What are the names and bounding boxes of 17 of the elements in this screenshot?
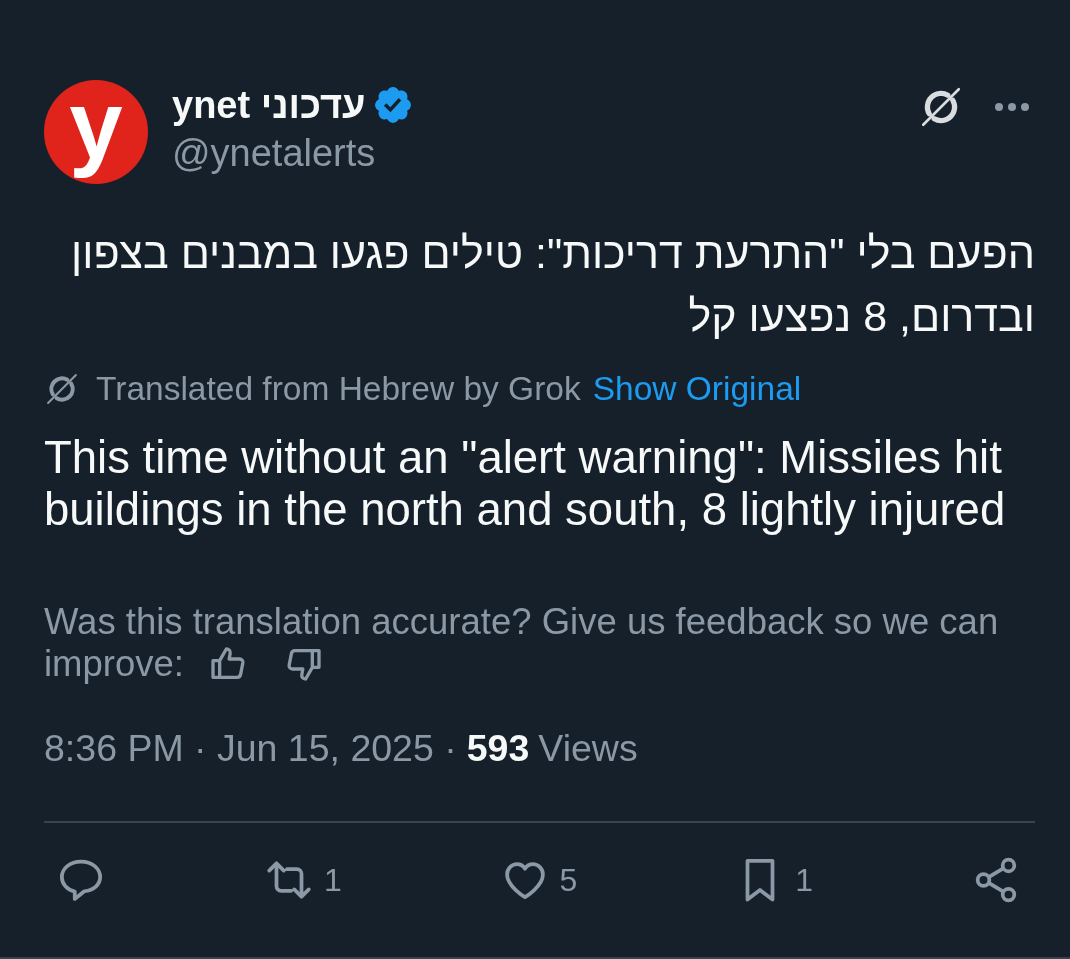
views-label: Views bbox=[538, 726, 638, 771]
post-text: הפעם בלי "התרעת דריכות": טילים פגעו במבנים בצפון ובדרום, 8 נפצעו קל bbox=[70, 228, 1035, 342]
translated-text: This time without an "alert warning": Missiles hit buildings in the north and south, 8 lightly injured bbox=[44, 432, 1007, 536]
feedback-prompt: Was this translation accurate? Give us feedback so we can bbox=[44, 601, 999, 643]
display-name[interactable]: עדכוני ynet bbox=[172, 82, 366, 128]
username[interactable]: @ynetalerts bbox=[172, 128, 376, 178]
feedback-prompt: improve: bbox=[44, 643, 184, 685]
like-button[interactable]: 5 bbox=[499, 855, 578, 905]
bookmark-button[interactable]: 1 bbox=[735, 855, 814, 905]
translation-note: Translated from Hebrew by Grok bbox=[96, 369, 581, 409]
show-original-link[interactable]: Show Original bbox=[592, 368, 802, 410]
post-timestamp: 8:36 PM · Jun 15, 2025 · bbox=[44, 726, 457, 771]
slashed-circle-icon bbox=[44, 371, 80, 407]
repost-button[interactable]: 1 bbox=[263, 855, 342, 905]
more-icon[interactable] bbox=[994, 102, 1030, 112]
avatar: y bbox=[44, 80, 148, 184]
view-count: 593 bbox=[466, 726, 530, 771]
